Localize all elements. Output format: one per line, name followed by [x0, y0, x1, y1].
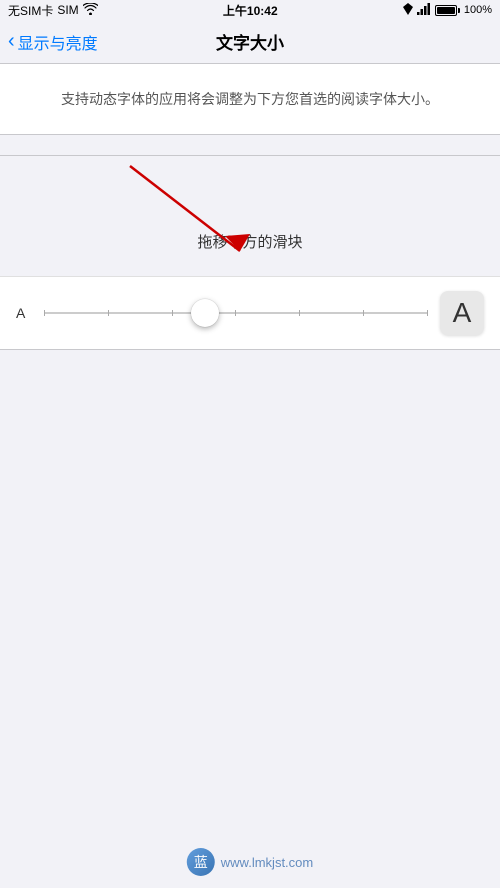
back-chevron-icon: ‹ [8, 31, 15, 51]
tick-3 [172, 310, 173, 316]
carrier-text: 无SIM卡 [8, 2, 53, 19]
status-right: 100% [403, 3, 492, 18]
slider-small-a-label: A [16, 305, 32, 321]
sim-icon: SIM [57, 3, 78, 17]
slider-thumb[interactable] [191, 299, 219, 327]
slider-track-container[interactable] [44, 298, 428, 328]
watermark-logo: 蓝 [187, 848, 215, 876]
tick-4 [235, 310, 236, 316]
back-button[interactable]: ‹ 显示与亮度 [8, 30, 98, 54]
battery-percent: 100% [464, 4, 492, 16]
status-time: 上午10:42 [223, 2, 278, 19]
slider-row[interactable]: A A [0, 276, 500, 349]
location-icon [403, 3, 413, 18]
tick-6 [363, 310, 364, 316]
watermark-text: www.lmkjst.com [221, 855, 313, 870]
description-card: 支持动态字体的应用将会调整为下方您首选的阅读字体大小。 [0, 64, 500, 135]
slider-large-a-container: A [440, 291, 484, 335]
back-label: 显示与亮度 [18, 30, 98, 54]
slider-large-a-label: A [453, 297, 472, 329]
page-title: 文字大小 [216, 29, 284, 54]
status-bar: 无SIM卡 SIM 上午10:42 [0, 0, 500, 20]
slider-track [44, 312, 428, 314]
tick-7 [427, 310, 428, 316]
slider-section: 拖移下方的滑块 A [0, 155, 500, 350]
nav-bar: ‹ 显示与亮度 文字大小 [0, 20, 500, 64]
battery-icon [435, 5, 460, 16]
tick-2 [108, 310, 109, 316]
instruction-area: 拖移下方的滑块 [0, 156, 500, 276]
watermark: 蓝 www.lmkjst.com [187, 848, 313, 876]
content-area: 支持动态字体的应用将会调整为下方您首选的阅读字体大小。 拖移下方的滑块 A [0, 64, 500, 350]
annotation-arrow [0, 156, 500, 276]
signal-icon [417, 3, 431, 18]
tick-1 [44, 310, 45, 316]
tick-5 [299, 310, 300, 316]
description-text: 支持动态字体的应用将会调整为下方您首选的阅读字体大小。 [32, 88, 468, 110]
instruction-text: 拖移下方的滑块 [197, 231, 302, 252]
status-left: 无SIM卡 SIM [8, 2, 98, 19]
wifi-icon [83, 3, 98, 18]
slider-ticks [44, 310, 428, 316]
